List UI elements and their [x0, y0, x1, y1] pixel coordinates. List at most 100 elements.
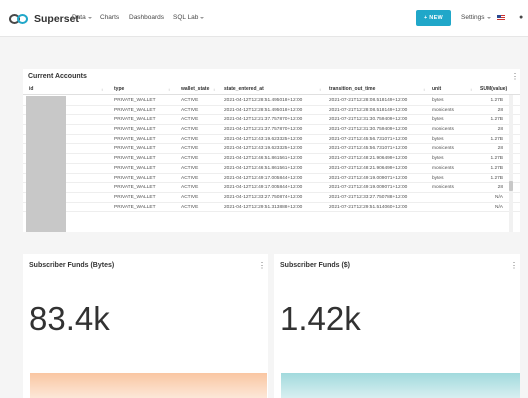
table-row[interactable]: PRIVATE_WALLET ACTIVE 2021-04-12T12:43:19.… — [23, 135, 520, 145]
big-number-value: 83.4k — [29, 300, 110, 337]
column-header-unit[interactable]: unit — [432, 86, 441, 92]
chart-title: Subscriber Funds ($) — [280, 262, 351, 269]
menu-data-label: Data — [72, 14, 86, 21]
top-navbar: Superset Data Charts Dashboards SQL Lab … — [0, 0, 528, 37]
table-row[interactable]: PRIVATE_WALLET ACTIVE 2021-04-12T12:33:27.… — [23, 193, 520, 203]
cell-sum-value: 1.27B — [490, 136, 503, 142]
more-options-icon[interactable]: ⋮ — [258, 262, 266, 270]
cell-transition-out-time: 2021-07-21T12:33:27.750788+12:00 — [329, 194, 408, 200]
chart-title: Subscriber Funds (Bytes) — [29, 262, 115, 269]
cell-unit: monicents — [432, 185, 454, 191]
scrollbar-thumb[interactable] — [509, 181, 513, 191]
cell-type: PRIVATE_WALLET — [114, 156, 156, 162]
menu-sql-lab-label: SQL Lab — [173, 14, 199, 21]
current-accounts-chart: Current Accounts ⋮ id type wallet_state … — [23, 69, 520, 232]
table-row[interactable]: PRIVATE_WALLET ACTIVE 2021-04-12T12:43:19.… — [23, 144, 520, 155]
trendline-area — [281, 373, 520, 398]
sort-icon[interactable]: ↕ — [213, 87, 215, 92]
sort-icon[interactable]: ↕ — [101, 87, 103, 92]
column-header-sum-value[interactable]: SUM(value) — [480, 86, 507, 92]
cell-unit: bytes — [432, 136, 444, 142]
cell-unit: bytes — [432, 117, 444, 123]
cell-state-entered-at: 2021-04-12T12:21:37.757870+12:00 — [224, 127, 303, 133]
menu-charts[interactable]: Charts — [100, 14, 119, 21]
language-flag-icon[interactable] — [497, 15, 505, 20]
cell-sum-value: 28 — [497, 107, 503, 113]
cell-unit: bytes — [432, 98, 444, 103]
table-row[interactable]: PRIVATE_WALLET ACTIVE 2021-04-12T12:49:17.… — [23, 183, 520, 193]
cell-type: PRIVATE_WALLET — [114, 165, 156, 171]
cell-wallet-state: ACTIVE — [181, 117, 199, 123]
more-options-icon[interactable]: ⋮ — [510, 262, 518, 270]
sort-icon[interactable]: ↕ — [470, 87, 472, 92]
table-row[interactable]: PRIVATE_WALLET ACTIVE 2021-04-12T12:28:51.… — [23, 96, 520, 106]
cell-state-entered-at: 2021-04-12T12:43:19.623325+12:00 — [224, 146, 303, 152]
cell-unit: monicents — [432, 127, 454, 133]
cell-transition-out-time: 2021-07-21T12:45:56.731071+12:00 — [329, 146, 408, 152]
cell-sum-value: 28 — [497, 185, 503, 191]
table-body: PRIVATE_WALLET ACTIVE 2021-04-12T12:28:51.… — [23, 96, 520, 213]
table-header: id type wallet_state state_entered_at tr… — [23, 85, 520, 95]
cell-state-entered-at: 2021-04-12T12:33:27.750874+12:00 — [224, 194, 303, 200]
menu-dashboards[interactable]: Dashboards — [129, 14, 164, 21]
column-header-id[interactable]: id — [29, 86, 33, 92]
cell-state-entered-at: 2021-04-12T12:46:51.861561+12:00 — [224, 156, 303, 162]
table-row[interactable]: PRIVATE_WALLET ACTIVE 2021-04-12T12:46:51.… — [23, 154, 520, 164]
cell-unit: bytes — [432, 175, 444, 181]
cell-sum-value: 1.27B — [490, 175, 503, 181]
cell-state-entered-at: 2021-04-12T12:21:37.757870+12:00 — [224, 117, 303, 123]
chart-title: Current Accounts — [28, 73, 87, 80]
cell-wallet-state: ACTIVE — [181, 98, 199, 103]
cell-type: PRIVATE_WALLET — [114, 98, 156, 103]
new-button[interactable]: + NEW — [416, 10, 451, 26]
table-row[interactable]: PRIVATE_WALLET ACTIVE 2021-04-12T12:21:37.… — [23, 125, 520, 135]
menu-sql-lab[interactable]: SQL Lab — [173, 14, 205, 21]
cell-wallet-state: ACTIVE — [181, 165, 199, 171]
chevron-down-icon — [486, 16, 491, 19]
cell-type: PRIVATE_WALLET — [114, 117, 156, 123]
sort-icon[interactable]: ↕ — [423, 87, 425, 92]
cell-sum-value: 28 — [497, 146, 503, 152]
column-header-type[interactable]: type — [114, 86, 124, 92]
cell-state-entered-at: 2021-04-12T12:49:17.005844+12:00 — [224, 175, 303, 181]
table-row[interactable]: PRIVATE_WALLET ACTIVE 2021-04-12T12:49:17.… — [23, 174, 520, 184]
sort-icon[interactable]: ↕ — [319, 87, 321, 92]
sort-icon[interactable]: ↕ — [168, 87, 170, 92]
column-header-wallet-state[interactable]: wallet_state — [181, 86, 209, 92]
cell-state-entered-at: 2021-04-12T12:46:51.861561+12:00 — [224, 165, 303, 171]
cell-state-entered-at: 2021-04-12T12:43:19.623325+12:00 — [224, 136, 303, 142]
cell-sum-value: 28 — [497, 127, 503, 133]
user-icon[interactable]: ● — [519, 14, 523, 21]
cell-state-entered-at: 2021-04-12T12:49:17.005844+12:00 — [224, 185, 303, 191]
column-header-state-entered-at[interactable]: state_entered_at — [224, 86, 264, 92]
table-row[interactable]: PRIVATE_WALLET ACTIVE 2021-04-12T12:28:51.… — [23, 106, 520, 116]
big-number-value: 1.42k — [280, 300, 361, 337]
table-row[interactable]: PRIVATE_WALLET ACTIVE 2021-04-12T12:29:51.… — [23, 203, 520, 213]
cell-type: PRIVATE_WALLET — [114, 107, 156, 113]
cell-state-entered-at: 2021-04-12T12:29:51.313888+12:00 — [224, 204, 303, 210]
cell-state-entered-at: 2021-04-12T12:28:51.495018+12:00 — [224, 107, 303, 113]
cell-transition-out-time: 2021-07-21T12:28:08.518149+12:00 — [329, 98, 408, 103]
superset-logo-icon — [9, 14, 29, 24]
chevron-down-icon — [200, 16, 205, 19]
cell-type: PRIVATE_WALLET — [114, 185, 156, 191]
cell-wallet-state: ACTIVE — [181, 107, 199, 113]
settings-menu[interactable]: Settings — [461, 14, 491, 21]
cell-unit: bytes — [432, 156, 444, 162]
cell-type: PRIVATE_WALLET — [114, 175, 156, 181]
cell-transition-out-time: 2021-07-21T12:48:21.906499+12:00 — [329, 156, 408, 162]
cell-type: PRIVATE_WALLET — [114, 204, 156, 210]
table-row[interactable]: PRIVATE_WALLET ACTIVE 2021-04-12T12:21:37.… — [23, 115, 520, 126]
menu-data[interactable]: Data — [72, 14, 92, 21]
column-header-transition-out-time[interactable]: transition_out_time — [329, 86, 375, 92]
more-options-icon[interactable]: ⋮ — [511, 73, 519, 81]
cell-wallet-state: ACTIVE — [181, 146, 199, 152]
table-scrollbar[interactable] — [509, 95, 513, 232]
cell-type: PRIVATE_WALLET — [114, 146, 156, 152]
cell-type: PRIVATE_WALLET — [114, 127, 156, 133]
trendline-area — [30, 373, 267, 398]
table-row[interactable]: PRIVATE_WALLET ACTIVE 2021-04-12T12:46:51.… — [23, 164, 520, 174]
cell-wallet-state: ACTIVE — [181, 156, 199, 162]
cell-transition-out-time: 2021-07-21T12:31:30.759409+12:00 — [329, 117, 408, 123]
superset-logo[interactable]: Superset — [9, 12, 79, 26]
